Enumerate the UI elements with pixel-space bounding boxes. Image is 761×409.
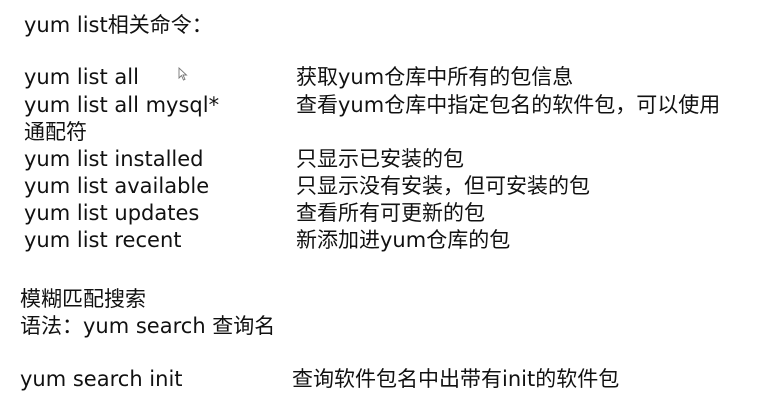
document-page: yum list相关命令： yum list all 获取yum仓库中所有的包信…: [0, 0, 761, 409]
command-yum-list-installed: yum list installed: [24, 147, 204, 171]
mouse-pointer-icon: [178, 67, 188, 81]
command-yum-list-available: yum list available: [24, 174, 210, 198]
command-yum-list-updates: yum list updates: [24, 201, 200, 225]
command-yum-list-all-mysql: yum list all mysql*: [24, 93, 220, 117]
description-yum-list-all-mysql: 查看yum仓库中指定包名的软件包，可以使用: [296, 93, 721, 117]
section-heading: yum list相关命令：: [24, 13, 213, 37]
command-yum-search-init: yum search init: [20, 367, 183, 391]
command-yum-list-all: yum list all: [24, 65, 139, 89]
description-yum-list-all: 获取yum仓库中所有的包信息: [296, 65, 574, 89]
description-continuation: 通配符: [24, 120, 87, 144]
description-yum-list-available: 只显示没有安装，但可安装的包: [296, 174, 590, 198]
command-yum-list-recent: yum list recent: [24, 228, 182, 252]
description-yum-list-updates: 查看所有可更新的包: [296, 201, 485, 225]
description-yum-search-init: 查询软件包名中出带有init的软件包: [292, 367, 620, 391]
description-yum-list-installed: 只显示已安装的包: [296, 147, 464, 171]
description-yum-list-recent: 新添加进yum仓库的包: [296, 228, 511, 252]
search-section-title: 模糊匹配搜索: [20, 287, 146, 311]
search-syntax: 语法：yum search 查询名: [20, 314, 276, 338]
